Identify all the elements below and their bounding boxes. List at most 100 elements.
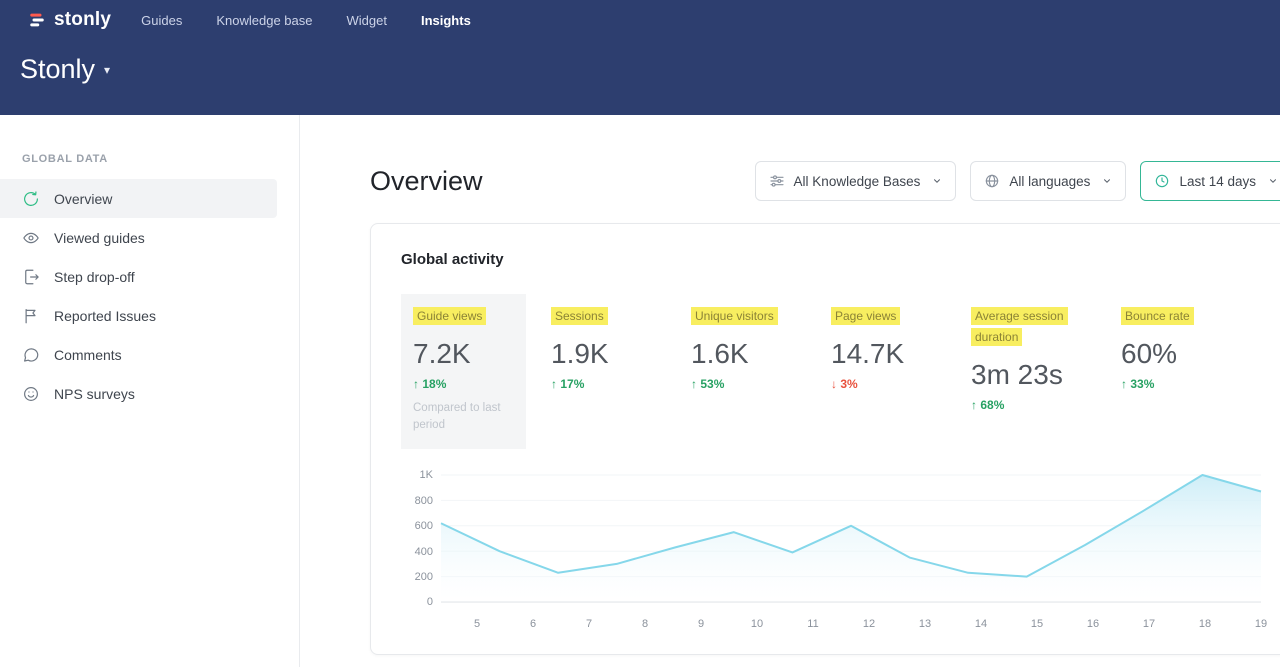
knowledge-bases-dropdown[interactable]: All Knowledge Bases (755, 161, 957, 201)
x-tick-label: 11 (807, 618, 818, 630)
sidebar-item-overview[interactable]: Overview (0, 179, 277, 218)
sliders-filter-icon (769, 173, 785, 189)
metric-delta: ↓ 3% (831, 377, 971, 391)
x-tick-label: 7 (586, 618, 592, 630)
flag-icon (22, 307, 40, 325)
step-dropoff-icon (22, 268, 40, 286)
top-nav: Guides Knowledge base Widget Insights (141, 13, 471, 28)
sidebar-item-step-drop-off[interactable]: Step drop-off (0, 257, 277, 296)
y-tick-label: 800 (415, 495, 433, 507)
stonly-logo-icon (28, 11, 46, 29)
nav-guides[interactable]: Guides (141, 13, 182, 28)
metric-unique-visitors[interactable]: Unique visitors 1.6K ↑ 53% (691, 294, 831, 391)
metric-label: Guide views (413, 307, 486, 325)
metric-delta: ↑ 68% (971, 398, 1121, 412)
metric-label: Bounce rate (1121, 307, 1194, 325)
metric-page-views[interactable]: Page views 14.7K ↓ 3% (831, 294, 971, 391)
globe-icon (984, 173, 1000, 189)
x-tick-label: 19 (1255, 618, 1267, 630)
top-nav-row: stonly Guides Knowledge base Widget Insi… (0, 0, 1280, 40)
sidebar-item-nps-surveys[interactable]: NPS surveys (0, 374, 277, 413)
nav-widget[interactable]: Widget (347, 13, 387, 28)
workspace-row: Stonly ▾ (0, 40, 1280, 85)
card-title: Global activity (401, 251, 1261, 268)
sidebar-section-label: GLOBAL DATA (0, 153, 299, 165)
top-header: stonly Guides Knowledge base Widget Insi… (0, 0, 1280, 115)
workspace-title[interactable]: Stonly (20, 54, 95, 85)
x-tick-label: 15 (1031, 618, 1043, 630)
area-chart-svg (441, 467, 1261, 602)
metric-label: Page views (831, 307, 900, 325)
sidebar-item-label: NPS surveys (54, 386, 135, 402)
x-tick-label: 17 (1143, 618, 1155, 630)
languages-dropdown[interactable]: All languages (970, 161, 1126, 201)
metric-value: 3m 23s (971, 359, 1121, 391)
sidebar-item-label: Viewed guides (54, 230, 145, 246)
sidebar-item-label: Step drop-off (54, 269, 135, 285)
x-tick-label: 6 (530, 618, 536, 630)
stonly-logo[interactable]: stonly (28, 9, 111, 31)
sidebar-item-comments[interactable]: Comments (0, 335, 277, 374)
chart-plot-area: 5678910111213141516171819 (441, 467, 1261, 602)
arrow-up-icon: ↑ (413, 377, 419, 391)
metric-value: 1.6K (691, 338, 831, 370)
nav-insights[interactable]: Insights (421, 13, 471, 28)
metric-note: Compared to last period (413, 400, 513, 433)
page-title: Overview (370, 166, 483, 197)
date-range-dropdown-value: Last 14 days (1179, 174, 1256, 189)
metric-guide-views[interactable]: Guide views 7.2K ↑ 18% Compared to last … (401, 294, 526, 449)
metric-bounce-rate[interactable]: Bounce rate 60% ↑ 33% (1121, 294, 1261, 391)
x-tick-label: 8 (642, 618, 648, 630)
global-activity-card: Global activity Guide views 7.2K ↑ 18% C… (370, 223, 1280, 655)
metric-sessions[interactable]: Sessions 1.9K ↑ 17% (551, 294, 691, 391)
x-tick-label: 9 (698, 618, 704, 630)
x-tick-label: 12 (863, 618, 875, 630)
sidebar-item-reported-issues[interactable]: Reported Issues (0, 296, 277, 335)
metric-value: 14.7K (831, 338, 971, 370)
x-tick-label: 16 (1087, 618, 1099, 630)
chevron-down-icon (1102, 176, 1112, 186)
y-tick-label: 1K (420, 469, 433, 481)
sidebar-item-viewed-guides[interactable]: Viewed guides (0, 218, 277, 257)
arrow-up-icon: ↑ (971, 398, 977, 412)
eye-icon (22, 229, 40, 247)
y-tick-label: 600 (415, 520, 433, 532)
overview-icon (22, 190, 40, 208)
arrow-down-icon: ↓ (831, 377, 837, 391)
workspace-chevron-down-icon[interactable]: ▾ (104, 63, 110, 77)
metric-delta: ↑ 17% (551, 377, 691, 391)
chevron-down-icon (932, 176, 942, 186)
sidebar: GLOBAL DATA Overview Viewed guides Step … (0, 115, 300, 667)
metric-delta: ↑ 33% (1121, 377, 1261, 391)
comment-bubble-icon (22, 346, 40, 364)
arrow-up-icon: ↑ (1121, 377, 1127, 391)
metric-delta: ↑ 18% (413, 377, 514, 391)
chevron-down-icon (1268, 176, 1278, 186)
sidebar-item-label: Reported Issues (54, 308, 156, 324)
sidebar-item-label: Comments (54, 347, 122, 363)
metric-label: Unique visitors (691, 307, 778, 325)
nav-knowledge-base[interactable]: Knowledge base (216, 13, 312, 28)
metric-value: 1.9K (551, 338, 691, 370)
date-range-dropdown[interactable]: Last 14 days (1140, 161, 1280, 201)
metric-value: 7.2K (413, 338, 514, 370)
languages-dropdown-value: All languages (1009, 174, 1090, 189)
x-tick-label: 10 (751, 618, 763, 630)
metric-average-session-duration[interactable]: Average session duration 3m 23s ↑ 68% (971, 294, 1121, 412)
y-axis: 02004006008001K (405, 467, 433, 602)
metric-label: Average session duration (971, 307, 1068, 346)
arrow-up-icon: ↑ (691, 377, 697, 391)
sidebar-item-label: Overview (54, 191, 112, 207)
clock-icon (1154, 173, 1170, 189)
y-tick-label: 400 (415, 546, 433, 558)
metrics-row: Guide views 7.2K ↑ 18% Compared to last … (401, 294, 1261, 449)
smiley-icon (22, 385, 40, 403)
y-tick-label: 200 (415, 571, 433, 583)
x-tick-label: 14 (975, 618, 987, 630)
metric-label: Sessions (551, 307, 608, 325)
filters-row: All Knowledge Bases All languages (755, 161, 1280, 201)
main-content: Overview All Knowledge Bases All languag… (300, 115, 1280, 667)
y-tick-label: 0 (427, 596, 433, 608)
knowledge-bases-dropdown-value: All Knowledge Bases (794, 174, 921, 189)
activity-area-chart: 02004006008001K 567891011121314151617181… (405, 467, 1261, 602)
